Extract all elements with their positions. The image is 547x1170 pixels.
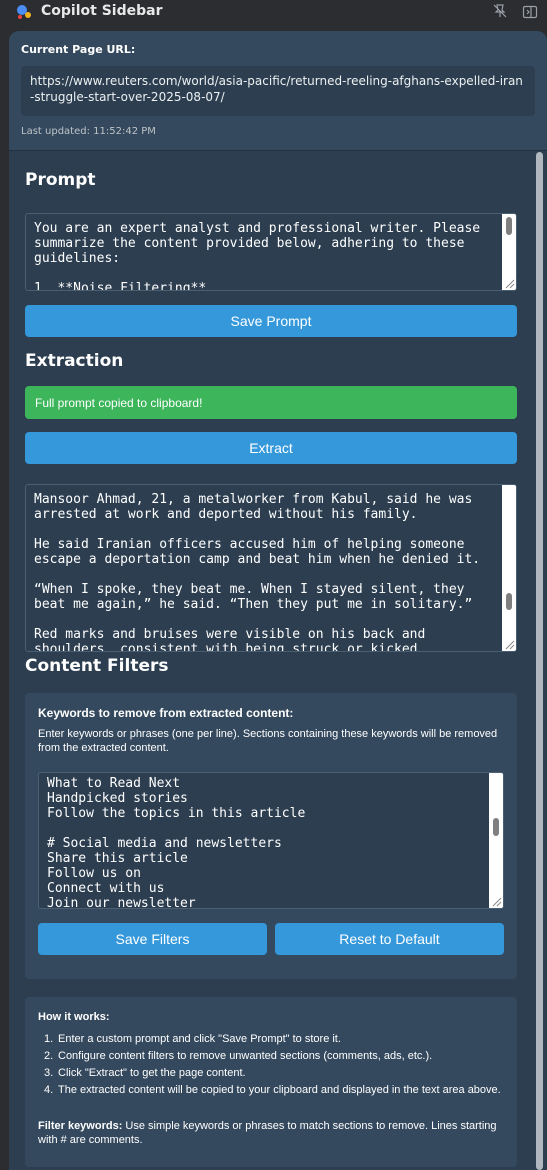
- resize-grip-icon[interactable]: [505, 640, 515, 650]
- filters-card: Keywords to remove from extracted conten…: [25, 693, 517, 979]
- extracted-content-textarea[interactable]: Mansoor Ahmad, 21, a metalworker from Ka…: [25, 484, 517, 652]
- step-number: 3.: [44, 1067, 54, 1079]
- resize-grip-icon[interactable]: [492, 897, 502, 907]
- how-it-works-card: How it works: 1. Enter a custom prompt an…: [25, 997, 517, 1167]
- step-number: 2.: [44, 1050, 54, 1062]
- hide-sidebar-icon[interactable]: [522, 4, 538, 20]
- prompt-heading: Prompt: [25, 170, 96, 190]
- filters-card-description: Enter keywords or phrases (one per line)…: [38, 728, 498, 754]
- how-it-works-title: How it works:: [38, 1011, 110, 1023]
- panel-scrollbar[interactable]: [533, 152, 547, 1170]
- url-header: Current Page URL: https://www.reuters.co…: [9, 31, 547, 151]
- clipboard-notice: Full prompt copied to clipboard!: [25, 386, 517, 419]
- save-prompt-button[interactable]: Save Prompt: [25, 305, 517, 337]
- prompt-text: You are an expert analyst and profession…: [34, 221, 481, 291]
- url-label: Current Page URL:: [21, 43, 136, 56]
- save-filters-button[interactable]: Save Filters: [38, 923, 267, 955]
- extracted-scrollbar[interactable]: [502, 485, 516, 651]
- filter-keywords-note: Filter keywords: Use simple keywords or …: [38, 1119, 508, 1147]
- panel-scroll-thumb[interactable]: [536, 152, 543, 1170]
- step-text: Enter a custom prompt and click "Save Pr…: [58, 1033, 341, 1045]
- filters-card-title: Keywords to remove from extracted conten…: [38, 706, 294, 720]
- current-url: https://www.reuters.com/world/asia-pacif…: [21, 66, 535, 116]
- step-number: 4.: [44, 1084, 54, 1096]
- filters-heading: Content Filters: [25, 656, 169, 676]
- filters-scrollbar[interactable]: [489, 773, 503, 908]
- reset-default-button[interactable]: Reset to Default: [275, 923, 504, 955]
- title-bar: Copilot Sidebar: [0, 0, 547, 24]
- window-title: Copilot Sidebar: [41, 3, 163, 19]
- list-item: 2. Configure content filters to remove un…: [38, 1049, 508, 1063]
- unpin-icon[interactable]: [492, 3, 508, 19]
- how-it-works-steps: 1. Enter a custom prompt and click "Save …: [38, 1032, 508, 1100]
- filter-keywords-label: Filter keywords:: [38, 1120, 123, 1132]
- step-number: 1.: [44, 1033, 54, 1045]
- list-item: 4. The extracted content will be copied t…: [38, 1083, 508, 1097]
- prompt-scroll-thumb[interactable]: [506, 217, 512, 235]
- step-text: Click "Extract" to get the page content.: [58, 1067, 246, 1079]
- extract-button[interactable]: Extract: [25, 432, 517, 464]
- filter-keywords: What to Read Next Handpicked stories Fol…: [47, 776, 306, 909]
- step-text: The extracted content will be copied to …: [58, 1084, 501, 1096]
- extracted-content: Mansoor Ahmad, 21, a metalworker from Ka…: [34, 492, 481, 652]
- filters-scroll-thumb[interactable]: [493, 818, 499, 836]
- last-updated: Last updated: 11:52:42 PM: [21, 126, 156, 137]
- step-text: Configure content filters to remove unwa…: [58, 1050, 433, 1062]
- extracted-scroll-thumb[interactable]: [506, 593, 512, 610]
- sidebar-panel: Current Page URL: https://www.reuters.co…: [9, 31, 547, 1170]
- filter-keywords-textarea[interactable]: What to Read Next Handpicked stories Fol…: [38, 772, 504, 909]
- copilot-logo-icon: [17, 5, 31, 19]
- list-item: 1. Enter a custom prompt and click "Save …: [38, 1032, 508, 1046]
- list-item: 3. Click "Extract" to get the page conten…: [38, 1066, 508, 1080]
- resize-grip-icon[interactable]: [505, 279, 515, 289]
- extraction-heading: Extraction: [25, 351, 124, 371]
- prompt-textarea[interactable]: You are an expert analyst and profession…: [25, 213, 517, 291]
